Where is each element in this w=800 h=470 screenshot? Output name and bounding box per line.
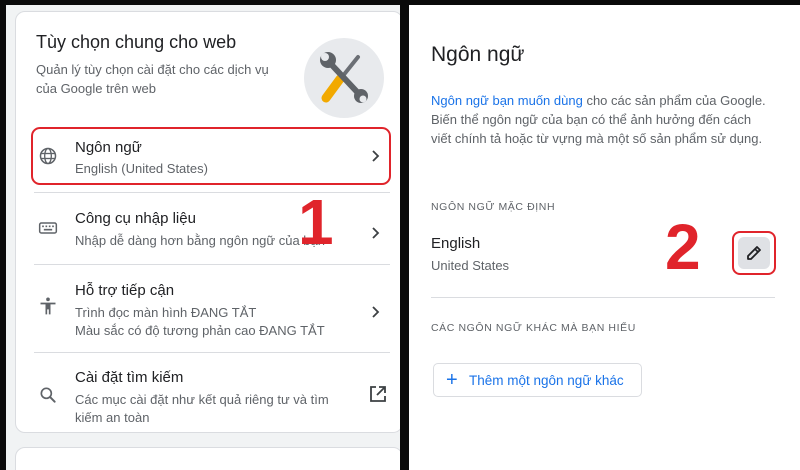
input-tools-item[interactable]: Công cụ nhập liệu Nhập dễ dàng hơn bằng …: [34, 202, 390, 258]
step-2-number: 2: [665, 211, 701, 283]
accessibility-desc-1: Trình đọc màn hình ĐANG TẮT: [75, 305, 257, 320]
accessibility-title: Hỗ trợ tiếp cận: [75, 282, 175, 299]
plus-icon: +: [446, 369, 458, 391]
chevron-right-icon: [372, 306, 380, 318]
search-settings-title: Cài đặt tìm kiếm: [75, 369, 184, 386]
step-1-number: 1: [298, 186, 334, 258]
page-title: Ngôn ngữ: [431, 43, 525, 66]
other-languages-heading: CÁC NGÔN NGỮ KHÁC MÀ BẠN HIỂU: [431, 322, 636, 334]
language-description: Ngôn ngữ bạn muốn dùng cho các sản phẩm …: [431, 91, 766, 148]
left-panel: Tùy chọn chung cho web Quản lý tùy chọn …: [6, 5, 400, 470]
divider: [34, 192, 390, 193]
divider: [34, 352, 390, 353]
accessibility-item[interactable]: Hỗ trợ tiếp cận Trình đọc màn hình ĐANG …: [34, 274, 390, 346]
add-language-button[interactable]: + Thêm một ngôn ngữ khác: [433, 363, 642, 397]
search-settings-desc-1: Các mục cài đặt như kết quả riêng tư và …: [75, 392, 329, 407]
next-card: [15, 447, 400, 470]
external-link-icon: [370, 386, 386, 402]
preferred-language-link[interactable]: Ngôn ngữ bạn muốn dùng: [431, 93, 583, 108]
pencil-icon: [747, 246, 761, 260]
web-preferences-card: Tùy chọn chung cho web Quản lý tùy chọn …: [15, 11, 400, 433]
accessibility-icon: [40, 297, 56, 315]
keyboard-icon: [38, 222, 58, 234]
step-1-highlight: [31, 127, 391, 185]
search-settings-desc-2: kiếm an toàn: [75, 410, 150, 425]
input-tools-title: Công cụ nhập liệu: [75, 210, 196, 227]
accessibility-desc-2: Màu sắc có độ tương phản cao ĐANG TẮT: [75, 323, 325, 338]
input-tools-desc: Nhập dễ dàng hơn bằng ngôn ngữ của bạn: [75, 233, 325, 248]
right-panel: Ngôn ngữ Ngôn ngữ bạn muốn dùng cho các …: [409, 5, 800, 470]
edit-button-bg: [738, 237, 770, 269]
default-language-name: English: [431, 235, 481, 252]
search-icon: [40, 387, 56, 403]
chevron-right-icon: [372, 227, 380, 239]
search-settings-item[interactable]: Cài đặt tìm kiếm Các mục cài đặt như kết…: [34, 362, 390, 428]
divider: [34, 264, 390, 265]
default-language-region: United States: [431, 258, 510, 273]
wrench-screwdriver-icon: [304, 38, 384, 118]
card-title: Tùy chọn chung cho web: [36, 32, 237, 52]
add-language-label: Thêm một ngôn ngữ khác: [469, 373, 624, 388]
card-subtitle: Quản lý tùy chọn cài đặt cho các dịch vụ…: [36, 62, 269, 96]
divider: [431, 297, 775, 298]
default-language-heading: NGÔN NGỮ MẶC ĐỊNH: [431, 201, 556, 213]
edit-language-button[interactable]: [732, 231, 776, 275]
